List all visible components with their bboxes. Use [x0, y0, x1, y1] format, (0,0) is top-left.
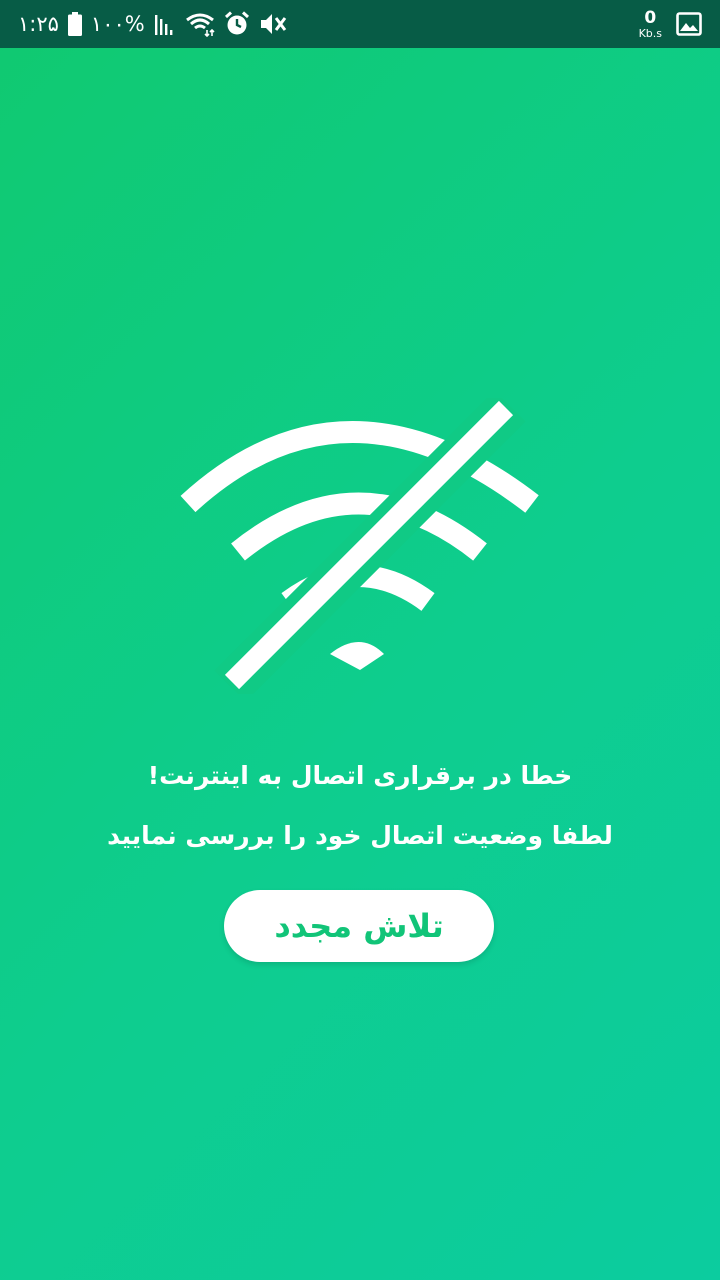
alarm-icon — [224, 11, 250, 37]
signal-icon — [154, 13, 176, 35]
retry-button[interactable]: تلاش مجدد — [224, 890, 494, 962]
image-icon — [676, 12, 702, 36]
battery-percent: ۱۰۰% — [90, 11, 145, 36]
battery-icon — [67, 12, 82, 36]
error-subtitle: لطفا وضعیت اتصال خود را بررسی نمایید — [107, 821, 613, 850]
net-speed: 0 Kb.s — [638, 7, 662, 40]
net-speed-unit: Kb.s — [638, 26, 662, 40]
screen: ۱:۲۵ ۱۰۰% 0 Kb.s خطا در برقراری اتصال به… — [0, 0, 720, 1280]
clock: ۱:۲۵ — [18, 11, 59, 36]
net-speed-value: 0 — [644, 7, 657, 28]
error-title: خطا در برقراری اتصال به اینترنت! — [147, 761, 573, 790]
status-bar: ۱:۲۵ ۱۰۰% 0 Kb.s — [0, 0, 720, 48]
wifi-icon — [185, 11, 215, 37]
mute-icon — [259, 11, 287, 37]
status-bar-right: 0 Kb.s — [639, 0, 702, 48]
wifi-off-icon — [180, 390, 540, 702]
status-bar-left: ۱:۲۵ ۱۰۰% — [18, 0, 287, 48]
